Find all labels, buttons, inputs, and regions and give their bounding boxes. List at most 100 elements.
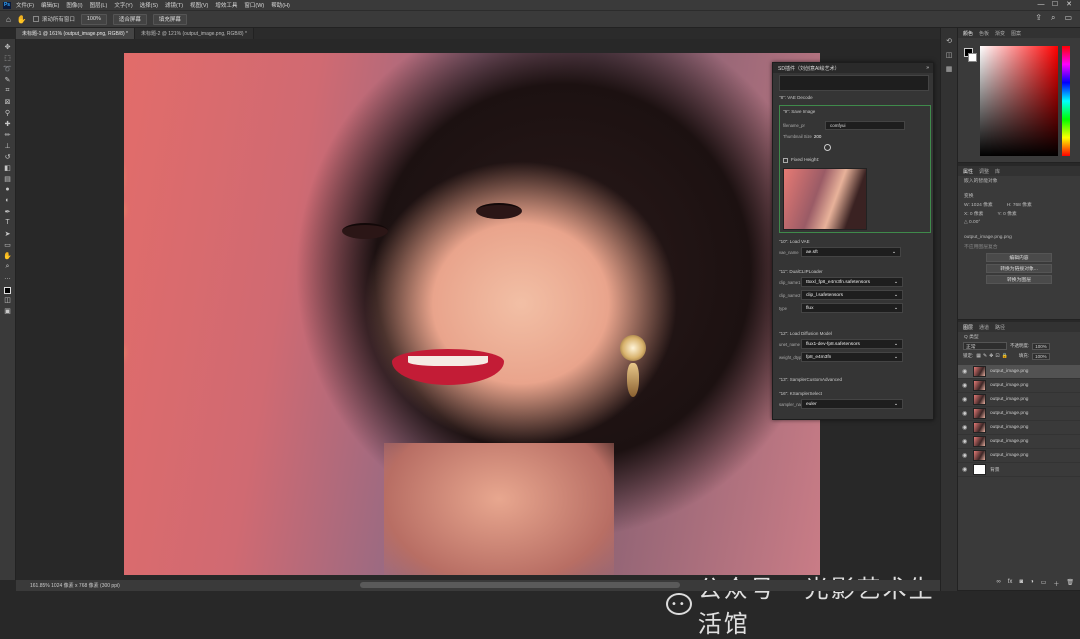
opacity-input[interactable]: 100%: [1032, 342, 1050, 350]
shape-tool-icon[interactable]: ▭: [2, 239, 14, 250]
type-select[interactable]: flux ⌄: [801, 303, 903, 313]
layer-kind-filter[interactable]: Q 类型: [958, 332, 1080, 341]
layer-row[interactable]: ◉ output_image.png: [958, 365, 1080, 379]
close-button[interactable]: ✕: [1062, 0, 1076, 10]
menu-help[interactable]: 帮助(H): [271, 1, 290, 9]
type-tool-icon[interactable]: T: [2, 217, 14, 228]
gradient-tool-icon[interactable]: ▤: [2, 173, 14, 184]
more-tools-icon[interactable]: …: [2, 272, 14, 283]
layer-comp-select[interactable]: 不应用图层复合: [958, 242, 1080, 251]
visibility-eye-icon[interactable]: ◉: [962, 396, 969, 403]
layer-row[interactable]: ◉ output_image.png: [958, 421, 1080, 435]
menu-file[interactable]: 文件(F): [16, 1, 34, 9]
tab-properties[interactable]: 属性: [963, 168, 973, 175]
vae-name-select[interactable]: ae.sft ⌄: [801, 247, 901, 257]
menu-layer[interactable]: 图层(L): [90, 1, 108, 9]
x-value[interactable]: X: 0 像素: [958, 209, 983, 218]
height-value[interactable]: H: 768 像素: [1001, 200, 1032, 209]
menu-select[interactable]: 选择(S): [140, 1, 158, 9]
fill-screen-button[interactable]: 填充屏幕: [152, 13, 187, 25]
frame-tool-icon[interactable]: ⊠: [2, 96, 14, 107]
menu-edit[interactable]: 编辑(E): [41, 1, 59, 9]
tab-color[interactable]: 颜色: [963, 30, 973, 37]
history-icon[interactable]: ⟲: [944, 36, 955, 46]
hand-tool-icon[interactable]: ✋: [2, 250, 14, 261]
quick-select-tool-icon[interactable]: ✎: [2, 74, 14, 85]
eraser-tool-icon[interactable]: ◧: [2, 162, 14, 173]
prefix-input[interactable]: comfyui: [825, 121, 905, 130]
thumb-size-value[interactable]: 200: [814, 134, 822, 139]
stamp-tool-icon[interactable]: ⊥: [2, 140, 14, 151]
zoom-value-button[interactable]: 100%: [80, 13, 107, 25]
tab-libraries[interactable]: 库: [995, 168, 1000, 175]
tab-swatches[interactable]: 色板: [979, 30, 989, 37]
scroll-all-windows-checkbox[interactable]: 滚动所有窗口: [32, 15, 75, 23]
clip1-select[interactable]: t5xxl_fp8_e4m3fn.safetensors ⌄: [801, 277, 903, 287]
visibility-eye-icon[interactable]: ◉: [962, 438, 969, 445]
crop-tool-icon[interactable]: ⌗: [2, 85, 14, 96]
visibility-eye-icon[interactable]: ◉: [962, 466, 969, 473]
maximize-button[interactable]: ☐: [1048, 0, 1062, 10]
move-tool-icon[interactable]: ✥: [2, 41, 14, 52]
libraries-icon[interactable]: ▦: [944, 64, 955, 74]
menu-image[interactable]: 图像(I): [66, 1, 82, 9]
fixed-height-row[interactable]: Fixed Height:: [783, 158, 819, 163]
width-value[interactable]: W: 1024 像素: [958, 200, 993, 209]
clip2-select[interactable]: clip_l.safetensors ⌄: [801, 290, 903, 300]
tab-channels[interactable]: 通道: [979, 324, 989, 331]
hand-tool-icon[interactable]: ✋: [17, 15, 27, 24]
workspace-icon[interactable]: ▭: [1064, 13, 1072, 23]
visibility-eye-icon[interactable]: ◉: [962, 382, 969, 389]
brush-tool-icon[interactable]: ✏: [2, 129, 14, 140]
menu-filter[interactable]: 滤镜(T): [165, 1, 183, 9]
layer-row[interactable]: ◉ output_image.png: [958, 379, 1080, 393]
color-picker-field[interactable]: [980, 46, 1058, 156]
share-icon[interactable]: ⇪: [1035, 13, 1042, 23]
fill-input[interactable]: 100%: [1032, 352, 1050, 360]
visibility-eye-icon[interactable]: ◉: [962, 424, 969, 431]
fx-icon[interactable]: fx: [1008, 579, 1013, 588]
convert-to-linked-button[interactable]: 转换为链接对象...: [986, 264, 1052, 273]
link-layers-icon[interactable]: ∞: [996, 579, 1000, 588]
unet-select[interactable]: flux1-dev-fp8.safetensors ⌄: [801, 339, 903, 349]
plugin-icon[interactable]: ◫: [944, 50, 955, 60]
zoom-tool-icon[interactable]: ⌕: [2, 261, 14, 272]
blur-tool-icon[interactable]: ●: [2, 184, 14, 195]
layer-row[interactable]: ◉ output_image.png: [958, 435, 1080, 449]
hue-slider[interactable]: [1062, 46, 1070, 156]
menu-plugins[interactable]: 增效工具: [215, 1, 237, 9]
lasso-tool-icon[interactable]: ➰: [2, 63, 14, 74]
visibility-eye-icon[interactable]: ◉: [962, 368, 969, 375]
tab-document-1[interactable]: 未标题-1 @ 161% (output_image.png, RGB/8) *: [16, 28, 135, 39]
delete-layer-icon[interactable]: 🗑: [1066, 579, 1074, 588]
mask-icon[interactable]: ◙: [1019, 579, 1023, 588]
layer-row[interactable]: ◉ output_image.png: [958, 393, 1080, 407]
convert-to-layers-button[interactable]: 转换为图层: [986, 275, 1052, 284]
menu-type[interactable]: 文字(Y): [114, 1, 132, 9]
tab-patterns[interactable]: 图案: [1011, 30, 1021, 37]
lock-icons[interactable]: ▦✎✥⊡🔒: [976, 353, 1010, 359]
weight-dtype-select[interactable]: fp8_e4m3fn ⌄: [801, 352, 903, 362]
prompt-field[interactable]: [779, 75, 929, 91]
panel-collapse-icon[interactable]: »: [926, 65, 929, 71]
marquee-tool-icon[interactable]: ⬚: [2, 52, 14, 63]
layer-row[interactable]: ◉ output_image.png: [958, 449, 1080, 463]
y-value[interactable]: Y: 0 像素: [991, 209, 1016, 218]
tab-paths[interactable]: 路径: [995, 324, 1005, 331]
quick-mask-icon[interactable]: ◫: [2, 294, 14, 305]
pen-tool-icon[interactable]: ✒: [2, 206, 14, 217]
tab-document-2[interactable]: 未标题-2 @ 121% (output_image.png, RGB/8) *: [134, 28, 254, 39]
adjustment-icon[interactable]: ◑: [1030, 579, 1034, 588]
minimize-button[interactable]: —: [1034, 0, 1048, 10]
home-icon[interactable]: ⌂: [6, 15, 11, 24]
dodge-tool-icon[interactable]: ◐: [2, 195, 14, 206]
foreground-color-swatch[interactable]: [4, 287, 11, 294]
angle-value[interactable]: △ 0.00°: [958, 218, 1080, 227]
menu-view[interactable]: 视图(V): [190, 1, 208, 9]
sampler-name-select[interactable]: euler ⌄: [801, 399, 903, 409]
healing-tool-icon[interactable]: ✚: [2, 118, 14, 129]
eyedropper-tool-icon[interactable]: ⚲: [2, 107, 14, 118]
tab-gradients[interactable]: 渐变: [995, 30, 1005, 37]
menu-window[interactable]: 窗口(W): [244, 1, 264, 9]
edit-contents-button[interactable]: 编辑内容: [986, 253, 1052, 262]
